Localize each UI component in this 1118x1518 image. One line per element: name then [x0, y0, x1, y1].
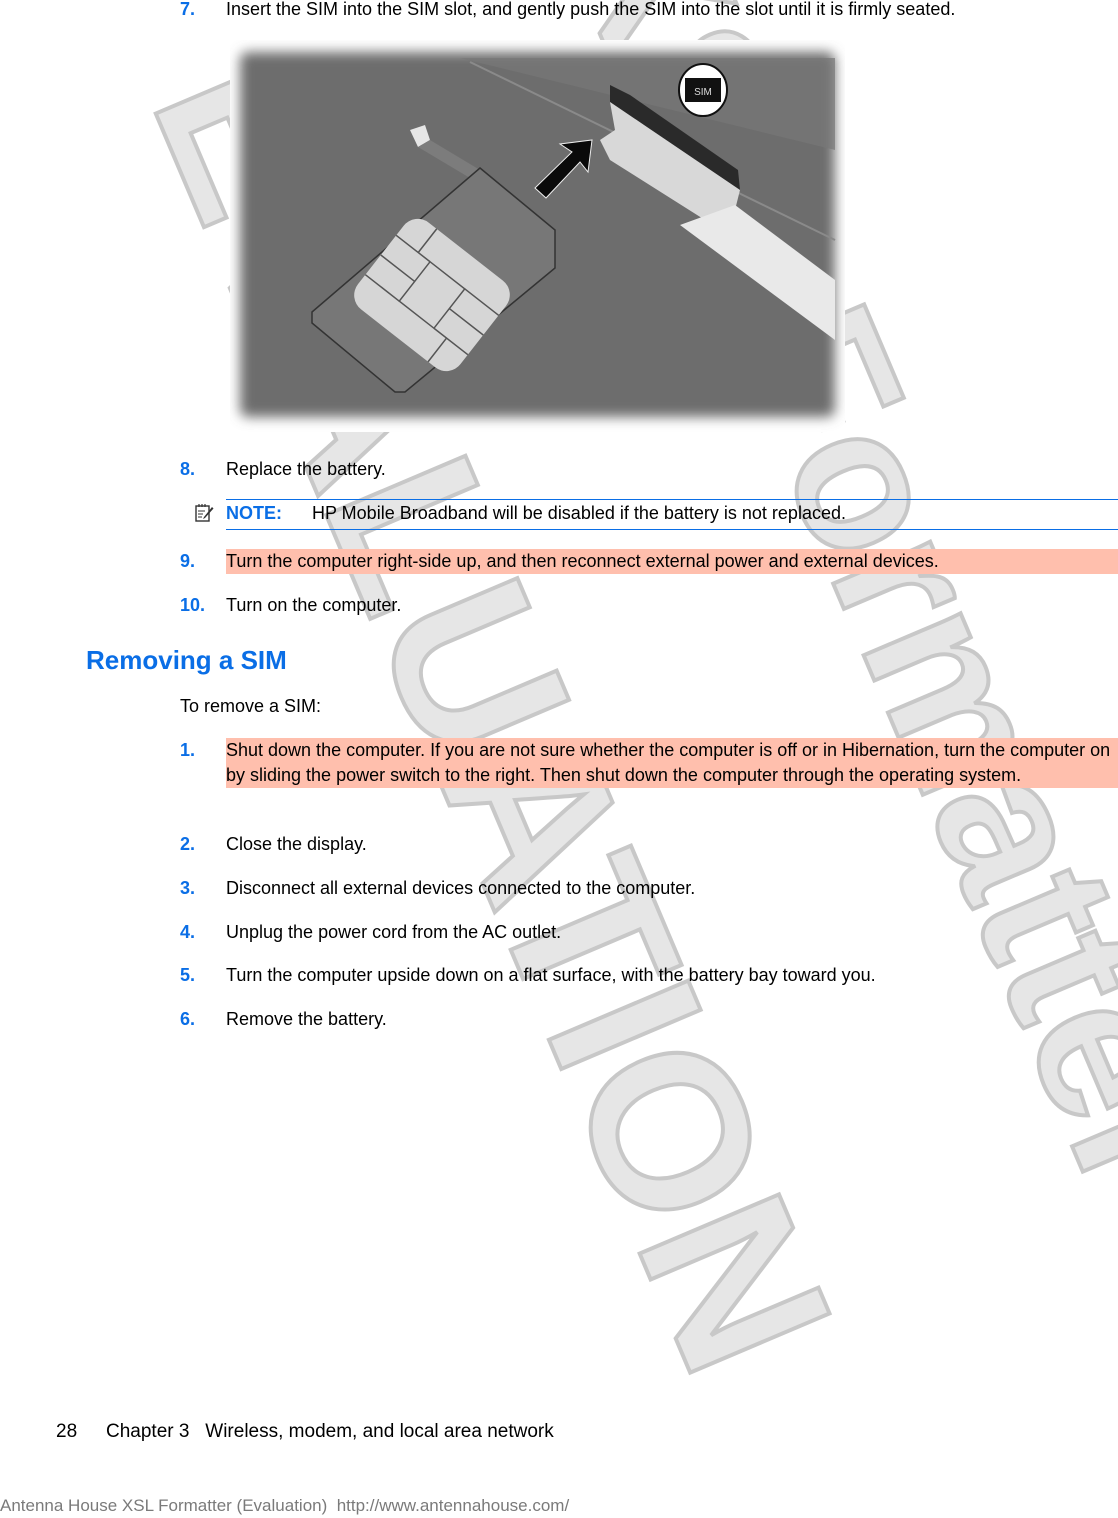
step-number: 3.	[180, 878, 196, 898]
page-number: 28	[56, 1421, 78, 1442]
step-item: 2. Close the display.	[180, 832, 1118, 857]
step-text: Turn the computer right-side up, and the…	[226, 549, 1118, 574]
step-item: 4. Unplug the power cord from the AC out…	[180, 920, 1118, 945]
step-number: 7.	[180, 0, 196, 19]
step-text: Unplug the power cord from the AC outlet…	[226, 922, 562, 942]
step-text: Shut down the computer. If you are not s…	[226, 738, 1118, 788]
step-text: Turn the computer upside down on a flat …	[226, 965, 876, 985]
note-text: HP Mobile Broadband will be disabled if …	[312, 503, 846, 523]
step-number: 1.	[180, 740, 196, 760]
step-text: Replace the battery.	[226, 459, 386, 479]
step-item: 10. Turn on the computer.	[180, 593, 1118, 618]
step-number: 10.	[180, 595, 206, 615]
sim-insertion-figure: SIM	[230, 40, 845, 432]
step-item: 6. Remove the battery.	[180, 1007, 1118, 1032]
step-number: 5.	[180, 965, 196, 985]
step-item: 8. Replace the battery.	[180, 457, 1118, 482]
section-intro: To remove a SIM:	[180, 696, 322, 716]
note-box: NOTE: HP Mobile Broadband will be disabl…	[195, 499, 1118, 530]
document-page: 7. Insert the SIM into the SIM slot, and…	[0, 0, 1118, 1518]
sim-label-text: SIM	[694, 87, 712, 98]
step-text: Turn on the computer.	[226, 595, 402, 615]
step-number: 9.	[180, 551, 196, 571]
step-number: 8.	[180, 459, 196, 479]
section-heading: Removing a SIM	[86, 645, 287, 675]
step-text: Close the display.	[226, 834, 367, 854]
step-text: Insert the SIM into the SIM slot, and ge…	[226, 0, 956, 19]
step-text: Remove the battery.	[226, 1009, 387, 1029]
step-item: 5. Turn the computer upside down on a fl…	[180, 963, 1118, 988]
step-item: 1. Shut down the computer. If you are no…	[180, 738, 1118, 813]
step-item: 3. Disconnect all external devices conne…	[180, 876, 1118, 901]
note-pencil-icon	[195, 504, 214, 522]
note-label: NOTE:	[226, 503, 282, 523]
chapter-title: Chapter 3 Wireless, modem, and local are…	[106, 1421, 554, 1442]
evaluation-notice: Antenna House XSL Formatter (Evaluation)…	[0, 1496, 570, 1515]
step-item: 9. Turn the computer right-side up, and …	[180, 549, 1118, 574]
step-text: Disconnect all external devices connecte…	[226, 878, 696, 898]
step-number: 2.	[180, 834, 196, 854]
step-number: 6.	[180, 1009, 196, 1029]
step-item: 7. Insert the SIM into the SIM slot, and…	[180, 0, 1118, 22]
step-number: 4.	[180, 922, 196, 942]
